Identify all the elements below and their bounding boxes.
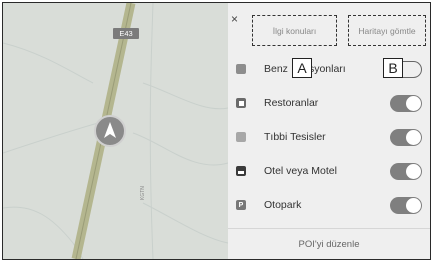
map-view[interactable]: E43 KGTN bbox=[3, 3, 228, 259]
tab-points-of-interest-label: İlgi konuları bbox=[272, 25, 317, 36]
vehicle-position-marker bbox=[94, 115, 126, 147]
poi-row-medical[interactable]: Tıbbi Tesisler bbox=[228, 124, 430, 150]
toggle-parking[interactable] bbox=[390, 196, 422, 214]
toggle-medical[interactable] bbox=[390, 128, 422, 146]
poi-settings-panel: × İlgi konuları Haritayı gömtle Benz syon… bbox=[228, 3, 430, 259]
toggle-hotel[interactable] bbox=[390, 162, 422, 180]
screen-frame: E43 KGTN × İlgi konuları Haritayı gömtle… bbox=[2, 2, 431, 260]
street-label: KGTN bbox=[140, 186, 146, 200]
callout-b: B bbox=[383, 58, 403, 78]
callout-a: A bbox=[292, 58, 312, 78]
fuel-icon bbox=[236, 64, 246, 74]
tab-map-settings[interactable]: Haritayı gömtle bbox=[348, 15, 426, 46]
poi-label-medical: Tıbbi Tesisler bbox=[264, 131, 326, 143]
toggle-restaurants[interactable] bbox=[390, 94, 422, 112]
edit-poi-label: POI'yi düzenle bbox=[298, 238, 360, 250]
poi-row-hotel[interactable]: Otel veya Motel bbox=[228, 158, 430, 184]
parking-icon: P bbox=[236, 200, 246, 210]
edit-poi-button[interactable]: POI'yi düzenle bbox=[228, 229, 430, 259]
tab-points-of-interest[interactable]: İlgi konuları bbox=[252, 15, 337, 46]
poi-label-restaurants: Restoranlar bbox=[264, 97, 319, 109]
poi-label-hotel: Otel veya Motel bbox=[264, 165, 337, 177]
close-button[interactable]: × bbox=[231, 12, 238, 26]
road-shield: E43 bbox=[113, 28, 139, 39]
road-shield-label: E43 bbox=[119, 29, 133, 38]
medical-icon bbox=[236, 132, 246, 142]
navigation-arrow-icon bbox=[104, 122, 116, 138]
poi-label-parking: Otopark bbox=[264, 199, 302, 211]
tab-map-settings-label: Haritayı gömtle bbox=[358, 25, 416, 36]
hotel-icon bbox=[236, 166, 246, 176]
toggle-fuel[interactable] bbox=[400, 60, 422, 78]
restaurant-icon bbox=[236, 98, 246, 108]
poi-row-parking[interactable]: P Otopark bbox=[228, 192, 430, 218]
poi-row-restaurants[interactable]: Restoranlar bbox=[228, 90, 430, 116]
